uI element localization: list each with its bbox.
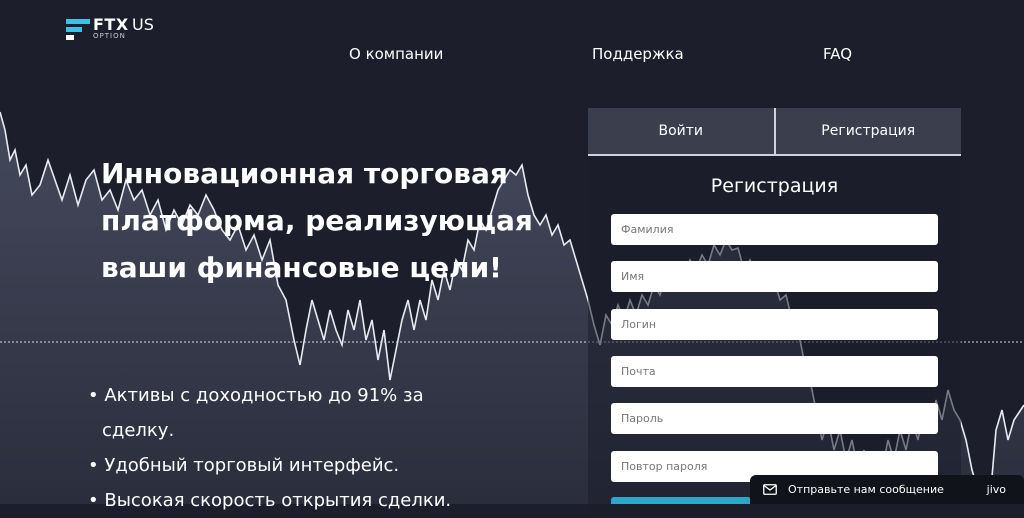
- registration-form-title: Регистрация: [710, 175, 839, 197]
- ftx-logo-mark-icon: [66, 19, 90, 40]
- feature-item: • Удобный торговый интерфейс.: [88, 455, 400, 476]
- nav-item-support[interactable]: Поддержка: [592, 45, 684, 63]
- chat-label: Отправьте нам сообщение: [788, 483, 944, 496]
- chat-brand: jivo: [986, 483, 1006, 496]
- tab-login[interactable]: Войти: [588, 108, 774, 154]
- chat-widget[interactable]: Отправьте нам сообщение jivo: [750, 475, 1024, 504]
- first-name-input[interactable]: [611, 261, 938, 292]
- tab-register[interactable]: Регистрация: [773, 108, 961, 154]
- email-input[interactable]: [611, 356, 938, 387]
- brand-region: US: [132, 15, 154, 34]
- feature-item: • Активы с доходностью до 91% за сделку.: [88, 385, 424, 441]
- nav-item-faq[interactable]: FAQ: [823, 45, 852, 63]
- envelope-icon: [762, 482, 778, 498]
- login-input[interactable]: [611, 309, 938, 340]
- feature-item: • Высокая скорость открытия сделки.: [88, 490, 452, 511]
- feature-list: • Активы с доходностью до 91% за сделку.…: [88, 378, 462, 518]
- last-name-input[interactable]: [611, 214, 938, 245]
- brand-subtitle: OPTION: [93, 32, 126, 40]
- nav-item-about[interactable]: О компании: [349, 45, 443, 63]
- auth-tabs: Войти Регистрация: [588, 108, 961, 156]
- hero-title: Инновационная торговая платформа, реализ…: [101, 157, 533, 284]
- password-input[interactable]: [611, 403, 938, 434]
- brand-logo[interactable]: FTX US OPTION: [66, 16, 166, 42]
- register-submit-button[interactable]: [611, 497, 751, 504]
